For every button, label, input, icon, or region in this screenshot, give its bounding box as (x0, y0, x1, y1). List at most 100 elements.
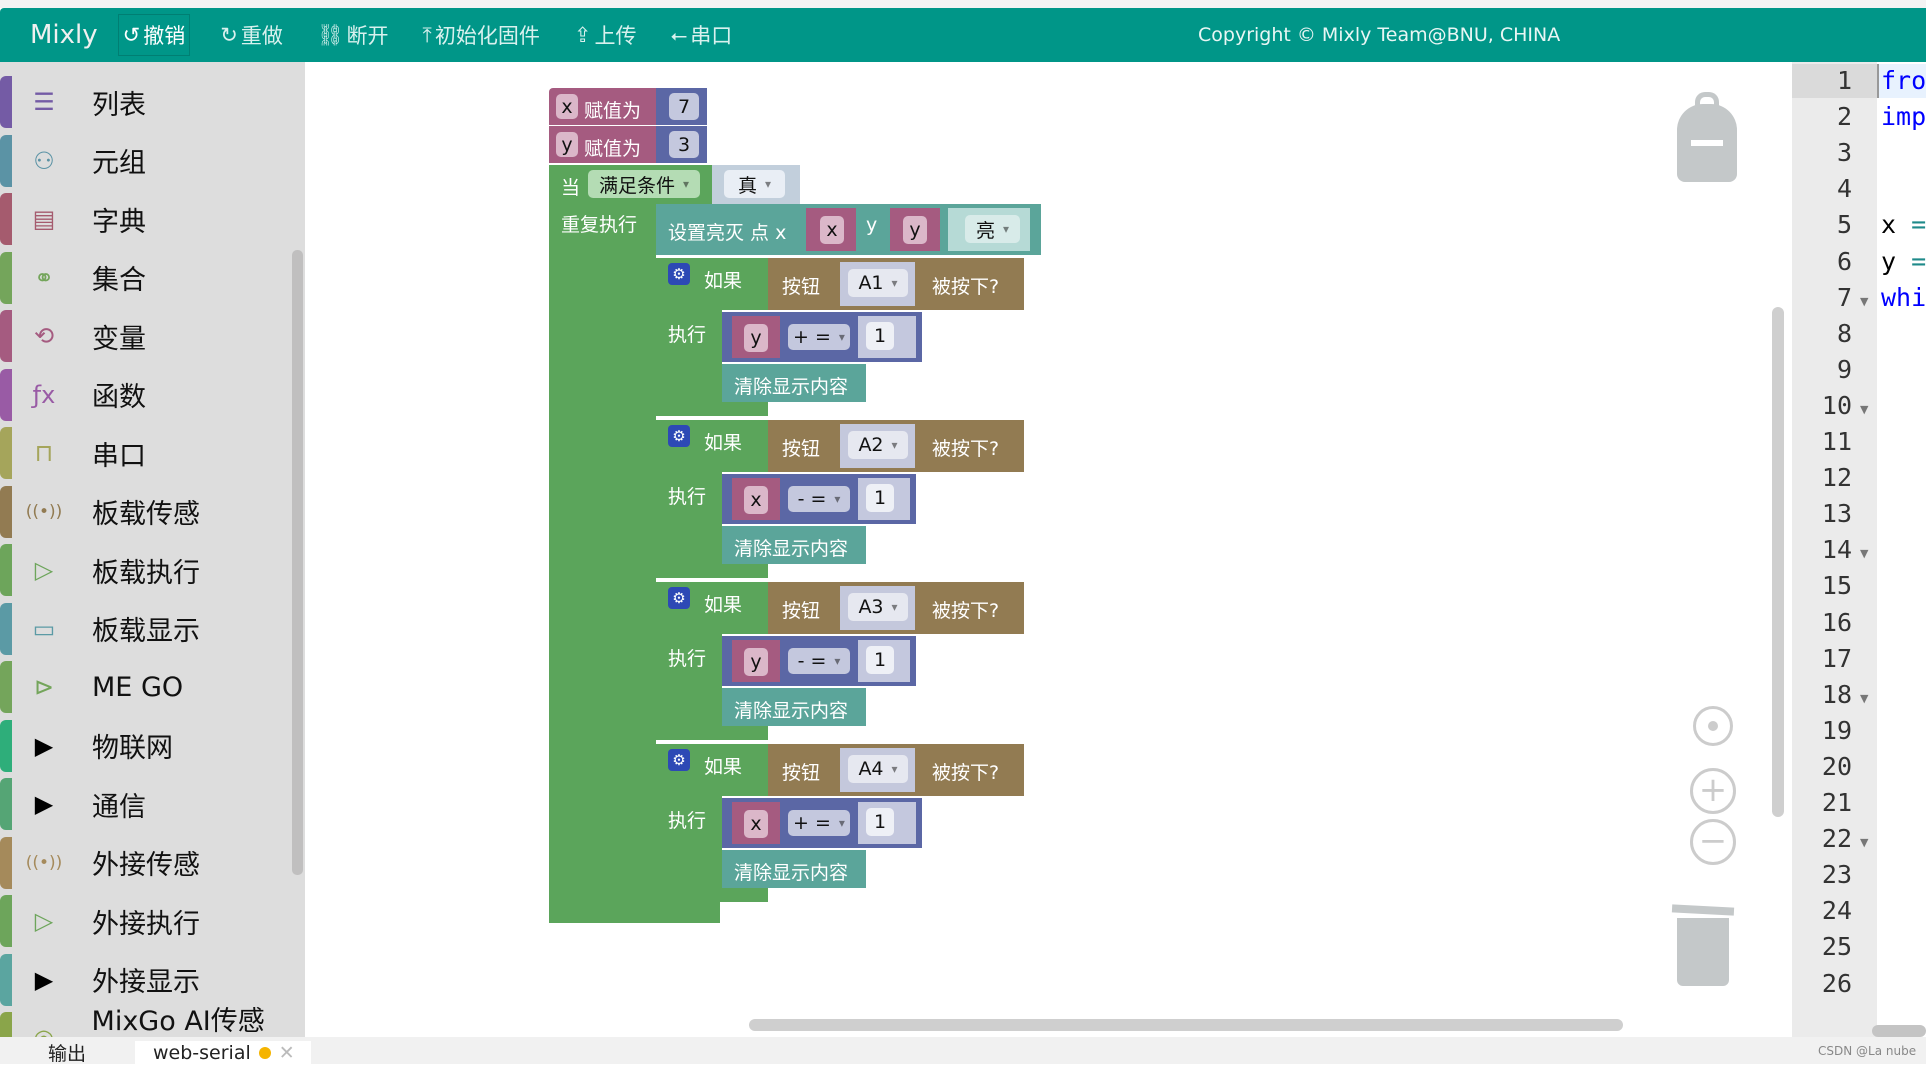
variable-field[interactable]: x (744, 486, 768, 514)
assign-label: 赋值为 (584, 100, 642, 122)
recenter-icon[interactable] (1693, 706, 1733, 746)
boolean-dropdown[interactable]: 真 (724, 170, 785, 198)
gear-icon[interactable]: ⚙ (668, 425, 690, 447)
line-number: 2 (1836, 102, 1852, 132)
variable-field[interactable]: x (556, 94, 578, 119)
gear-icon[interactable]: ⚙ (668, 263, 690, 285)
sidebar-item[interactable]: ⚭ 集合 (0, 251, 290, 304)
pin-dropdown[interactable]: A3 (848, 593, 908, 621)
sidebar-item-label: 物联网 (92, 733, 173, 764)
sidebar-item[interactable]: ◎ MixGo AI传感器 (0, 1006, 290, 1038)
tab-output[interactable]: 输出 (48, 1041, 86, 1065)
code-identifier: y (1881, 246, 1897, 276)
watermark: CSDN @La nube (1818, 1044, 1917, 1058)
number-field[interactable]: 1 (866, 646, 894, 674)
sidebar-item[interactable]: ⊳ ME GO (0, 661, 290, 713)
if-bottom (656, 562, 768, 578)
fold-arrow-icon[interactable]: ▼ (1860, 692, 1868, 705)
button-label: 按钮 (782, 600, 821, 622)
operator-dropdown[interactable]: + = (788, 324, 850, 350)
sidebar-item[interactable]: ((•)) 外接传感 (0, 836, 290, 889)
number-field[interactable]: 1 (866, 322, 894, 350)
state-dropdown[interactable]: 亮 (965, 215, 1020, 243)
trash-icon[interactable] (1671, 902, 1735, 986)
serial-button[interactable]: ⭠ 串口 (666, 15, 736, 55)
sidebar-item[interactable]: ☰ 列表 (0, 76, 290, 128)
variable-field[interactable]: y (744, 324, 768, 352)
line-number: 16 (1821, 607, 1852, 637)
pin-dropdown[interactable]: A1 (848, 269, 908, 297)
variable-field[interactable]: x (820, 216, 844, 244)
operator-dropdown[interactable]: - = (788, 486, 850, 512)
zoom-out-icon[interactable]: − (1690, 819, 1736, 865)
fold-arrow-icon[interactable]: ▼ (1860, 403, 1868, 416)
upload-button[interactable]: ⇪ 上传 (570, 15, 641, 55)
set-led-label: 设置亮灭 点 x (668, 222, 787, 244)
while-mode-dropdown[interactable]: 满足条件 (588, 170, 700, 198)
operator-dropdown[interactable]: - = (788, 648, 850, 674)
mego-icon: ⊳ (33, 673, 55, 701)
if-bottom (656, 886, 768, 902)
workspace-vertical-scrollbar[interactable] (1772, 307, 1784, 817)
operator-dropdown[interactable]: + = (788, 810, 850, 836)
number-field[interactable]: 3 (669, 131, 699, 158)
sidebar-item-label: 串口 (92, 440, 146, 472)
code-keyword: whi (1881, 282, 1926, 312)
tab-web-serial[interactable]: web-serial ✕ (135, 1041, 311, 1064)
sensor-icon: ((•)) (25, 501, 63, 522)
line-number: 20 (1821, 751, 1852, 781)
gear-icon[interactable]: ⚙ (668, 587, 690, 609)
sidebar-item[interactable]: ƒx 函数 (0, 368, 290, 421)
fold-arrow-icon[interactable]: ▼ (1860, 547, 1868, 560)
actuator-icon: ▷ (34, 556, 54, 584)
sidebar-scrollbar[interactable] (292, 250, 303, 875)
variable-field[interactable]: y (744, 648, 768, 676)
sidebar-item[interactable]: ▶ 外接显示 (0, 953, 290, 1006)
sidebar-item[interactable]: ⊓ 串口 (0, 427, 290, 479)
variable-field[interactable]: y (903, 216, 927, 244)
pressed-label: 被按下? (932, 276, 1000, 298)
sidebar-item-label: 外接显示 (92, 967, 200, 998)
category-color-stripe (0, 778, 12, 830)
list-icon: ☰ (33, 88, 55, 116)
backpack-icon[interactable] (1677, 92, 1737, 182)
redo-button[interactable]: ↻ 重做 (216, 15, 287, 55)
fold-arrow-icon[interactable]: ▼ (1860, 295, 1868, 308)
sidebar-item[interactable]: ▶ 物联网 (0, 719, 290, 772)
line-number: 11 (1821, 427, 1852, 456)
redo-icon: ↻ (220, 23, 238, 47)
pin-dropdown[interactable]: A4 (848, 755, 908, 783)
copyright-text: Copyright © Mixly Team@BNU, CHINA (1198, 24, 1561, 46)
category-color-stripe (0, 1012, 12, 1038)
variable-field[interactable]: x (744, 810, 768, 838)
sidebar-item[interactable]: ▷ 外接执行 (0, 895, 290, 947)
number-field[interactable]: 1 (866, 808, 894, 836)
pin-dropdown[interactable]: A2 (848, 431, 908, 459)
undo-button[interactable]: ↺ 撤销 (117, 14, 191, 56)
gear-icon[interactable]: ⚙ (668, 749, 690, 771)
sidebar-item[interactable]: ((•)) 板载传感 (0, 485, 290, 538)
sidebar-item[interactable]: ▷ 板载执行 (0, 544, 290, 596)
while-loop-block[interactable] (549, 165, 656, 923)
sidebar-item[interactable]: ▭ 板载显示 (0, 602, 290, 655)
fold-arrow-icon[interactable]: ▼ (1860, 836, 1868, 849)
sidebar-item[interactable]: ⟲ 变量 (0, 310, 290, 362)
zoom-in-icon[interactable]: + (1690, 768, 1736, 814)
number-field[interactable]: 7 (669, 93, 699, 120)
category-color-stripe (0, 368, 12, 421)
line-number: 8 (1836, 318, 1852, 348)
blockly-workspace[interactable] (305, 62, 1790, 1037)
sidebar-item[interactable]: ▤ 字典 (0, 193, 290, 245)
number-field[interactable]: 1 (866, 484, 894, 512)
close-icon[interactable]: ✕ (279, 1042, 295, 1064)
editor-horizontal-scrollbar[interactable] (1872, 1025, 1926, 1037)
init-firmware-button[interactable]: ⤒ 初始化固件 (419, 15, 544, 55)
variable-field[interactable]: y (556, 132, 578, 157)
workspace-horizontal-scrollbar[interactable] (749, 1019, 1623, 1031)
sidebar-item[interactable]: ▶ 通信 (0, 778, 290, 830)
code-operator: = (1896, 210, 1926, 240)
sidebar-item[interactable]: ⚇ 元组 (0, 134, 290, 187)
disconnect-button[interactable]: ⛓ 断开 (313, 15, 393, 55)
category-color-stripe (0, 251, 12, 304)
sidebar-item-label: 字典 (92, 206, 146, 238)
